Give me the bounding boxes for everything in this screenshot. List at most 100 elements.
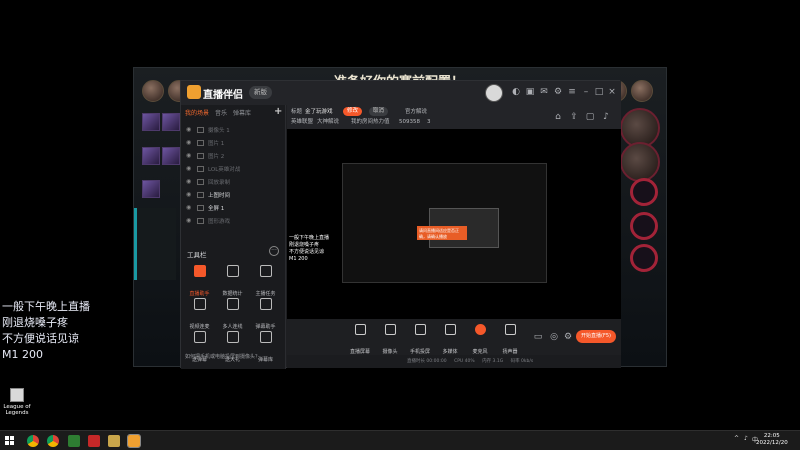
- bell-icon[interactable]: ♪: [601, 112, 611, 122]
- scene-item[interactable]: ◉ 图形游戏: [183, 214, 283, 227]
- scene-item[interactable]: ◉ 图片 2: [183, 149, 283, 162]
- media-button[interactable]: 多媒体: [435, 324, 465, 357]
- phone-cast-button[interactable]: 手机投屏: [405, 324, 435, 357]
- desktop-shortcut-league[interactable]: League of Legends: [2, 388, 32, 416]
- scene-item[interactable]: ◉ 图片 1: [183, 136, 283, 149]
- avatar[interactable]: [485, 84, 503, 102]
- status-item: 内存 3.1G: [482, 359, 504, 364]
- record-icon[interactable]: ▭: [533, 332, 543, 342]
- headset-icon[interactable]: ◐: [511, 87, 521, 97]
- source-type-icon: [197, 217, 204, 224]
- tool-icon: [193, 298, 206, 310]
- game-category[interactable]: 英雄联盟: [291, 118, 313, 127]
- scene-item[interactable]: ◉ 上图时间: [183, 188, 283, 201]
- preview-line: M1 200: [289, 256, 308, 262]
- microphone-button[interactable]: 麦克风: [465, 324, 495, 357]
- close-icon[interactable]: ×: [607, 87, 617, 97]
- chrome-icon[interactable]: [27, 435, 39, 447]
- overlay-line: 不方便说话见谅: [2, 332, 79, 345]
- streaming-app-taskbar-icon[interactable]: [127, 434, 141, 448]
- league-taskbar-icon[interactable]: [108, 435, 120, 447]
- tray-arrow-icon[interactable]: ^: [734, 435, 739, 442]
- app-icon[interactable]: [68, 435, 80, 447]
- maximize-icon[interactable]: □: [594, 87, 604, 97]
- footer-tip[interactable]: 如何把手机或电脑投屏到摄像头？: [185, 353, 260, 360]
- copy-icon[interactable]: ▢: [585, 112, 595, 122]
- desktop-screen: 准备好你的赛前配置！ 一般下午晚上直播 刚退烧嗓子疼 不方便说话见谅 M1 20…: [0, 0, 800, 450]
- gift-icon[interactable]: ▣: [525, 87, 535, 97]
- source-controls: 直播屏幕 摄像头 手机投屏 多媒体 麦克风 扬声器 ▭ ◎ ⚙ 开始直播(F5): [287, 319, 621, 355]
- start-stream-button[interactable]: 开始直播(F5): [576, 330, 616, 343]
- scene-item[interactable]: ◉ 回放录制: [183, 175, 283, 188]
- app-name: 直播伴侣: [203, 90, 243, 101]
- tab-scenes[interactable]: 我的场景: [185, 108, 209, 120]
- status-item: 直播时长 00:00:00: [407, 359, 447, 364]
- eye-icon[interactable]: ◉: [186, 217, 193, 224]
- scene-item[interactable]: ◉ LOL英雄对战: [183, 162, 283, 175]
- more-tools-icon[interactable]: ···: [269, 246, 279, 256]
- tool-multi-link[interactable]: 多人连线: [216, 296, 249, 330]
- champion-icon: [142, 147, 160, 165]
- stream-preview[interactable]: 请问直播间适应是否正确，请确认播放 一般下午晚上直播 刚退烧嗓子疼 不方便说话见…: [287, 129, 621, 319]
- gear-icon[interactable]: ⚙: [563, 332, 573, 342]
- camera-button[interactable]: 摄像头: [375, 324, 405, 357]
- tool-icon: [226, 331, 239, 343]
- hot-label: 我的房间热力值: [351, 119, 390, 125]
- version-badge[interactable]: 新版: [249, 86, 272, 99]
- minimize-icon[interactable]: –: [581, 87, 591, 97]
- tool-icon: [226, 298, 239, 310]
- eye-icon[interactable]: ◉: [186, 126, 193, 133]
- room-label[interactable]: 官方解说: [405, 108, 427, 117]
- play-icon: [444, 324, 456, 335]
- start-button[interactable]: [5, 436, 15, 446]
- app-logo-icon: [187, 85, 201, 99]
- eye-icon[interactable]: ◉: [186, 165, 193, 172]
- title-label: 标题: [291, 109, 303, 115]
- tool-icon: [259, 298, 272, 310]
- eye-icon[interactable]: ◉: [186, 204, 193, 211]
- add-source-button[interactable]: +: [274, 106, 282, 117]
- tool-video-link[interactable]: 视频连麦: [183, 296, 216, 330]
- source-type-icon: [197, 139, 204, 146]
- league-app-icon: [10, 388, 24, 402]
- eye-icon[interactable]: ◉: [186, 178, 193, 185]
- screen-capture-button[interactable]: 直播屏幕: [345, 324, 375, 357]
- tab-music[interactable]: 音乐: [215, 108, 227, 120]
- tool-anchor-tasks[interactable]: 主播任务: [249, 263, 282, 297]
- export-icon[interactable]: ⇪: [569, 112, 579, 122]
- player-portrait: [142, 80, 164, 102]
- tool-danmaku-helper[interactable]: 弹幕助手: [249, 296, 282, 330]
- app-icon[interactable]: [88, 435, 100, 447]
- mail-icon[interactable]: ✉: [539, 87, 549, 97]
- cancel-button[interactable]: 取消: [369, 107, 389, 116]
- windows-taskbar: ^ ♪ 中 22:05 2022/12/20: [0, 430, 800, 450]
- edit-title-button[interactable]: 修改: [343, 107, 363, 116]
- title-input[interactable]: 金了玩游戏: [305, 108, 333, 117]
- eye-icon[interactable]: ◉: [186, 191, 193, 198]
- overlay-line: M1 200: [2, 348, 43, 361]
- eye-icon[interactable]: ◉: [186, 152, 193, 159]
- tool-data-stats[interactable]: 数据统计: [216, 263, 249, 297]
- speaker-button[interactable]: 扬声器: [495, 324, 525, 357]
- menu-icon[interactable]: ≡: [567, 87, 577, 97]
- source-type-icon: [197, 191, 204, 198]
- speaker-tray-icon[interactable]: ♪: [744, 435, 748, 442]
- scene-label: LOL英雄对战: [208, 166, 241, 173]
- champion-icon: [142, 180, 160, 198]
- tab-danmaku[interactable]: 弹幕库: [233, 108, 251, 120]
- nested-alert: 请问直播间适应是否正确，请确认播放: [417, 226, 467, 240]
- clock[interactable]: 22:05 2022/12/20: [756, 433, 788, 447]
- chrome-icon[interactable]: [47, 435, 59, 447]
- monitor-icon: [354, 324, 366, 335]
- tag-label[interactable]: 大神解说: [317, 118, 339, 127]
- tool-live-assistant[interactable]: 直播助手: [183, 263, 216, 297]
- scene-item[interactable]: ◉ 摄像头 1: [183, 123, 283, 136]
- stream-overlay-text: 一般下午晚上直播 刚退烧嗓子疼 不方便说话见谅 M1 200: [2, 299, 90, 363]
- eye-icon[interactable]: ◉: [186, 139, 193, 146]
- eye-icon[interactable]: ◎: [549, 332, 559, 342]
- lane-slot: [134, 244, 176, 280]
- scene-item[interactable]: ◉ 全屏 1: [183, 201, 283, 214]
- scene-label: 上图时间: [208, 192, 231, 199]
- lock-icon[interactable]: ⌂: [553, 112, 563, 122]
- gear-icon[interactable]: ⚙: [553, 87, 563, 97]
